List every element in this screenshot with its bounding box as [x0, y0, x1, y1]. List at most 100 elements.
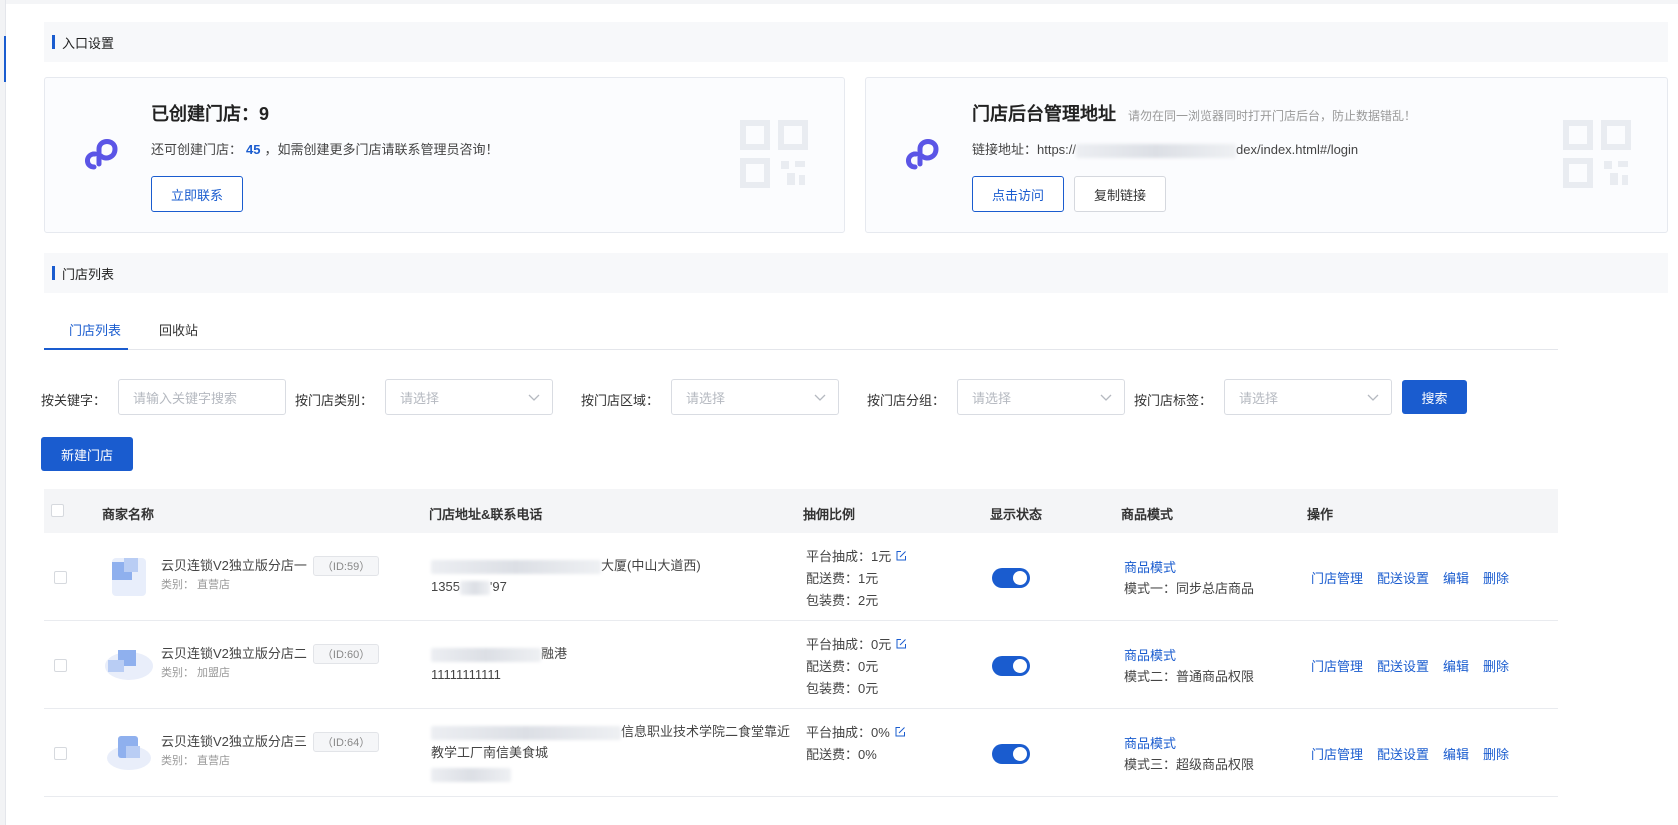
table-row: 云贝连锁V2独立版分店一 （ID:59） 类别： 直营店 大厦(中山大道西) 13… — [44, 533, 1558, 621]
contact-button[interactable]: 立即联系 — [151, 176, 243, 212]
row-checkbox[interactable] — [54, 659, 67, 672]
admin-hint: 请勿在同一浏览器同时打开门店后台，防止数据错乱！ — [1128, 109, 1417, 123]
row-checkbox[interactable] — [54, 571, 67, 584]
product-mode-link[interactable]: 商品模式 — [1124, 557, 1176, 576]
tag-select[interactable]: 请选择 — [1224, 379, 1392, 415]
group-select-value: 请选择 — [972, 390, 1012, 406]
filter-bar: 按关键字： 请输入关键字搜索 按门店类别： 请选择 按门店区域： 请选择 按门店… — [41, 350, 1668, 430]
edit-icon[interactable] — [895, 550, 907, 562]
row-checkbox[interactable] — [54, 747, 67, 760]
edit-link[interactable]: 编辑 — [1443, 656, 1469, 675]
link-logo-icon — [906, 139, 939, 170]
keyword-search-input[interactable]: 请输入关键字搜索 — [118, 379, 286, 415]
edit-icon[interactable] — [895, 638, 907, 650]
chevron-down-icon — [1100, 394, 1112, 401]
store-manage-link[interactable]: 门店管理 — [1311, 568, 1363, 587]
address-text: 融港 — [541, 646, 568, 661]
phone-prefix: 1355 — [431, 579, 460, 594]
delivery-fee: 配送费：1元 — [806, 571, 879, 586]
store-count-card: 已创建门店：9 还可创建门店： 45 ，如需创建更多门店请联系管理员咨询！ 立即联系 — [44, 77, 845, 233]
main-content: 入口设置 已创建门店：9 还可创建门店： 45 ，如需创建更多门店请联系管理员咨询！… — [41, 22, 1668, 471]
admin-link: 链接地址：https:// dex/index.html#/login — [972, 139, 1358, 158]
tab-store-list[interactable]: 门店列表 — [69, 320, 121, 339]
category-label: 按门店类别： — [295, 393, 374, 408]
display-status-toggle[interactable] — [992, 568, 1030, 588]
address-line: 融港 — [431, 643, 801, 664]
store-id-tag: （ID:59） — [312, 556, 380, 576]
edit-link[interactable]: 编辑 — [1443, 568, 1469, 587]
redacted-url — [1076, 143, 1237, 158]
delivery-settings-link[interactable]: 配送设置 — [1377, 656, 1429, 675]
select-all-checkbox[interactable] — [51, 504, 64, 517]
table-row: 云贝连锁V2独立版分店二 （ID:60） 类别： 加盟店 融港 111111111… — [44, 621, 1558, 709]
phone-line: 1355 '97 — [431, 576, 801, 597]
qr-code-icon — [1563, 120, 1631, 188]
store-name: 云贝连锁V2独立版分店三 （ID:64） — [161, 731, 380, 752]
region-select-value: 请选择 — [686, 390, 726, 406]
address-text: 大厦(中山大道西) — [601, 558, 701, 573]
edit-link[interactable]: 编辑 — [1443, 744, 1469, 763]
package-fee: 包装费：0元 — [806, 681, 879, 696]
store-count-desc: 还可创建门店： 45 ，如需创建更多门店请联系管理员咨询！ — [151, 139, 499, 158]
store-name: 云贝连锁V2独立版分店一 （ID:59） — [161, 555, 380, 576]
store-category: 类别： 直营店 — [161, 579, 231, 591]
desc-prefix: 还可创建门店： — [151, 142, 243, 157]
group-label: 按门店分组： — [867, 393, 946, 408]
col-status: 显示状态 — [990, 507, 1043, 522]
display-status-toggle[interactable] — [992, 656, 1030, 676]
commission-fees: 平台抽成：1元 配送费：1元 包装费：2元 — [806, 546, 907, 612]
tab-recycle-bin[interactable]: 回收站 — [159, 320, 198, 339]
list-section-title: 门店列表 — [62, 266, 115, 282]
product-mode-link[interactable]: 商品模式 — [1124, 733, 1176, 752]
store-manage-link[interactable]: 门店管理 — [1311, 744, 1363, 763]
entry-section-header: 入口设置 — [44, 22, 1668, 62]
display-status-toggle[interactable] — [992, 744, 1030, 764]
search-button[interactable]: 搜索 — [1402, 380, 1467, 414]
store-thumbnail — [107, 736, 151, 770]
delete-link[interactable]: 删除 — [1483, 568, 1509, 587]
store-card-buttons: 立即联系 — [151, 176, 243, 212]
phone-suffix: '97 — [489, 579, 507, 594]
store-manage-link[interactable]: 门店管理 — [1311, 656, 1363, 675]
store-name-text: 云贝连锁V2独立版分店三 — [161, 734, 307, 749]
admin-address-title: 门店后台管理地址 请勿在同一浏览器同时打开门店后台，防止数据错乱！ — [972, 100, 1416, 126]
delete-link[interactable]: 删除 — [1483, 656, 1509, 675]
edit-icon[interactable] — [894, 726, 906, 738]
row-actions: 门店管理 配送设置 编辑 删除 — [1311, 568, 1509, 587]
address-line-2: 教学工厂南信美食城 — [431, 745, 549, 760]
store-table: 商家名称 门店地址&联系电话 抽佣比例 显示状态 商品模式 操作 云贝连锁V2独… — [44, 489, 1558, 797]
entry-section-title: 入口设置 — [62, 35, 115, 51]
chevron-down-icon — [1367, 394, 1379, 401]
address-line: 信息职业技术学院二食堂靠近 — [431, 721, 801, 742]
tag-select-value: 请选择 — [1239, 390, 1279, 406]
platform-fee-text: 平台抽成：1元 — [806, 549, 892, 564]
col-name: 商家名称 — [102, 507, 155, 522]
entry-cards: 已创建门店：9 还可创建门店： 45 ，如需创建更多门店请联系管理员咨询！ 立即联系… — [44, 77, 1668, 233]
platform-fee: 平台抽成：0% — [806, 722, 906, 744]
col-actions: 操作 — [1307, 507, 1334, 522]
address-line: 大厦(中山大道西) — [431, 555, 801, 576]
toggle-knob — [1013, 659, 1027, 673]
table-row: 云贝连锁V2独立版分店三 （ID:64） 类别： 直营店 信息职业技术学院二食堂靠… — [44, 709, 1558, 797]
delivery-settings-link[interactable]: 配送设置 — [1377, 568, 1429, 587]
region-select[interactable]: 请选择 — [671, 379, 839, 415]
package-fee: 包装费：2元 — [806, 593, 879, 608]
keyword-label: 按关键字： — [41, 393, 107, 408]
delete-link[interactable]: 删除 — [1483, 744, 1509, 763]
category-select-value: 请选择 — [400, 390, 440, 406]
copy-link-button[interactable]: 复制链接 — [1074, 176, 1166, 212]
product-mode-text: 模式一：同步总店商品 — [1124, 581, 1255, 596]
store-count-title: 已创建门店：9 — [151, 104, 270, 124]
redacted-phone — [459, 580, 490, 595]
category-select[interactable]: 请选择 — [385, 379, 553, 415]
qr-code-icon — [740, 120, 808, 188]
new-store-button[interactable]: 新建门店 — [41, 437, 133, 471]
admin-title-text: 门店后台管理地址 — [972, 104, 1116, 124]
col-commission: 抽佣比例 — [803, 507, 856, 522]
product-mode-link[interactable]: 商品模式 — [1124, 645, 1176, 664]
platform-fee: 平台抽成：1元 — [806, 546, 907, 568]
visit-button[interactable]: 点击访问 — [972, 176, 1064, 212]
group-select[interactable]: 请选择 — [957, 379, 1125, 415]
row-actions: 门店管理 配送设置 编辑 删除 — [1311, 744, 1509, 763]
delivery-settings-link[interactable]: 配送设置 — [1377, 744, 1429, 763]
